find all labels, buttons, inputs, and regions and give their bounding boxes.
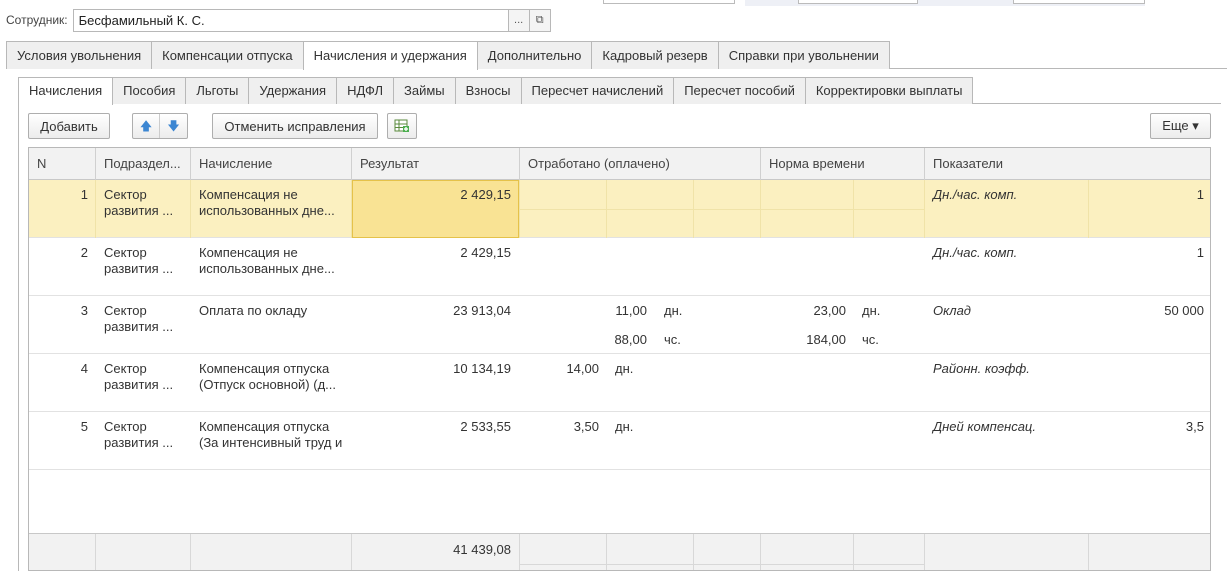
row-division: Сектор развития ... bbox=[104, 419, 174, 450]
subtab-contributions[interactable]: Взносы bbox=[454, 77, 522, 104]
worked-days: 11,00 bbox=[615, 303, 647, 318]
panel-border bbox=[18, 103, 19, 571]
col-result[interactable]: Результат bbox=[352, 148, 520, 180]
table-row[interactable]: 2 Сектор развития ... Компенсация не испол… bbox=[29, 238, 1210, 296]
norm-days-unit: дн. bbox=[862, 303, 881, 318]
col-n[interactable]: N bbox=[29, 148, 96, 180]
col-division[interactable]: Подраздел... bbox=[96, 148, 191, 180]
row-result[interactable]: 2 429,15 bbox=[352, 180, 519, 238]
top-field-remnant bbox=[1013, 0, 1145, 4]
employee-field[interactable]: Бесфамильный К. С. bbox=[72, 8, 509, 32]
col-worked[interactable]: Отработано (оплачено) bbox=[520, 148, 761, 180]
add-button[interactable]: Добавить bbox=[28, 113, 110, 139]
row-indicator: Дн./час. комп. bbox=[933, 187, 1018, 202]
row-indicator: Районн. коэфф. bbox=[933, 361, 1030, 376]
employee-row: Сотрудник: Бесфамильный К. С. ... ⧉ bbox=[6, 8, 551, 32]
worked-days-unit: дн. bbox=[664, 303, 683, 318]
employee-label: Сотрудник: bbox=[6, 13, 68, 27]
employee-select-button[interactable]: ... bbox=[508, 8, 530, 32]
worked-days-unit: дн. bbox=[615, 419, 634, 434]
row-accrual: Оплата по окладу bbox=[199, 303, 308, 318]
norm-hours-unit: чс. bbox=[862, 332, 879, 347]
result-total: 41 439,08 bbox=[453, 542, 511, 557]
top-field-remnant bbox=[603, 0, 735, 4]
move-down-icon[interactable]: 🡇 bbox=[160, 114, 187, 138]
subtab-payment-adjustments[interactable]: Корректировки выплаты bbox=[804, 77, 974, 104]
worked-days-unit: дн. bbox=[615, 361, 634, 376]
subtab-privileges[interactable]: Льготы bbox=[185, 77, 250, 104]
row-accrual: Компенсация отпуска (За интенсивный труд … bbox=[199, 419, 343, 450]
row-result[interactable]: 2 429,15 bbox=[352, 238, 519, 296]
move-buttons: 🡅 🡇 bbox=[132, 113, 188, 139]
tab-vacation-compensation[interactable]: Компенсации отпуска bbox=[151, 41, 304, 69]
table-row[interactable]: 4 Сектор развития ... Компенсация отпуска… bbox=[29, 354, 1210, 412]
tab-dismissal-certificates[interactable]: Справки при увольнении bbox=[717, 41, 890, 69]
table-footer: 41 439,08 bbox=[29, 533, 1210, 570]
worked-hours: 88,00 bbox=[614, 332, 647, 347]
row-indicator-value: 1 bbox=[1196, 187, 1204, 202]
employee-open-button[interactable]: ⧉ bbox=[529, 8, 551, 32]
subtab-recalc-benefits[interactable]: Пересчет пособий bbox=[673, 77, 806, 104]
row-number: 3 bbox=[80, 303, 88, 318]
more-button[interactable]: Еще ▾ bbox=[1150, 113, 1211, 139]
subtab-deductions[interactable]: Удержания bbox=[248, 77, 338, 104]
subtab-loans[interactable]: Займы bbox=[392, 77, 456, 104]
worked-hours-unit: чс. bbox=[664, 332, 681, 347]
table-edit-button[interactable] bbox=[387, 113, 417, 139]
col-indicators[interactable]: Показатели bbox=[925, 148, 1210, 180]
row-number: 1 bbox=[80, 187, 88, 202]
row-indicator: Оклад bbox=[933, 303, 971, 318]
tab-personnel-reserve[interactable]: Кадровый резерв bbox=[591, 41, 719, 69]
row-indicator: Дней компенсац. bbox=[933, 419, 1036, 434]
norm-hours: 184,00 bbox=[806, 332, 846, 347]
row-number: 4 bbox=[80, 361, 88, 376]
tab-dismissal-conditions[interactable]: Условия увольнения bbox=[6, 41, 153, 69]
move-up-icon[interactable]: 🡅 bbox=[133, 114, 161, 138]
norm-days: 23,00 bbox=[813, 303, 846, 318]
row-indicator-value: 3,5 bbox=[1185, 419, 1204, 434]
row-division: Сектор развития ... bbox=[104, 187, 174, 218]
cancel-corrections-button[interactable]: Отменить исправления bbox=[212, 113, 378, 139]
table-header: N Подраздел... Начисление Результат Отра… bbox=[29, 148, 1210, 180]
tab-accruals-deductions[interactable]: Начисления и удержания bbox=[302, 41, 478, 70]
row-result[interactable]: 23 913,04 bbox=[352, 296, 519, 354]
row-number: 5 bbox=[80, 419, 88, 434]
table-row[interactable]: 1 Сектор развития ... Компенсация не испол… bbox=[29, 180, 1210, 238]
row-number: 2 bbox=[80, 245, 88, 260]
subtab-accruals[interactable]: Начисления bbox=[18, 77, 114, 105]
grid-toolbar: Добавить 🡅 🡇 Отменить исправления Еще ▾ bbox=[28, 113, 1211, 139]
main-tabs: Условия увольнения Компенсации отпуска Н… bbox=[6, 41, 1227, 70]
row-result[interactable]: 2 533,55 bbox=[352, 412, 519, 470]
row-division: Сектор развития ... bbox=[104, 245, 174, 276]
row-indicator-value: 50 000 bbox=[1164, 303, 1204, 318]
table-row[interactable]: 3 Сектор развития ... Оплата по окладу 23… bbox=[29, 296, 1210, 354]
table-row[interactable]: 5 Сектор развития ... Компенсация отпуска… bbox=[29, 412, 1210, 470]
subtab-recalc-accruals[interactable]: Пересчет начислений bbox=[520, 77, 675, 104]
top-field-remnant bbox=[798, 0, 918, 4]
row-accrual: Компенсация не использованных дне... bbox=[199, 245, 335, 276]
worked-days: 3,50 bbox=[573, 419, 599, 434]
sub-tabs: Начисления Пособия Льготы Удержания НДФЛ… bbox=[18, 77, 1221, 105]
top-toolbar-remnant bbox=[600, 0, 1160, 6]
row-indicator: Дн./час. комп. bbox=[933, 245, 1018, 260]
col-accrual[interactable]: Начисление bbox=[191, 148, 352, 180]
table-add-icon bbox=[394, 119, 409, 132]
subtab-ndfl[interactable]: НДФЛ bbox=[336, 77, 394, 104]
col-norm[interactable]: Норма времени bbox=[761, 148, 925, 180]
subtab-benefits[interactable]: Пособия bbox=[112, 77, 187, 104]
worked-days: 14,00 bbox=[566, 361, 599, 376]
row-indicator-value bbox=[1089, 354, 1210, 412]
row-division: Сектор развития ... bbox=[104, 361, 174, 392]
tab-additional[interactable]: Дополнительно bbox=[476, 41, 593, 69]
row-accrual: Компенсация не использованных дне... bbox=[199, 187, 335, 218]
row-result[interactable]: 10 134,19 bbox=[352, 354, 519, 412]
accruals-table: N Подраздел... Начисление Результат Отра… bbox=[28, 147, 1211, 571]
row-division: Сектор развития ... bbox=[104, 303, 174, 334]
row-indicator-value: 1 bbox=[1196, 245, 1204, 260]
row-accrual: Компенсация отпуска (Отпуск основной) (д.… bbox=[199, 361, 336, 392]
